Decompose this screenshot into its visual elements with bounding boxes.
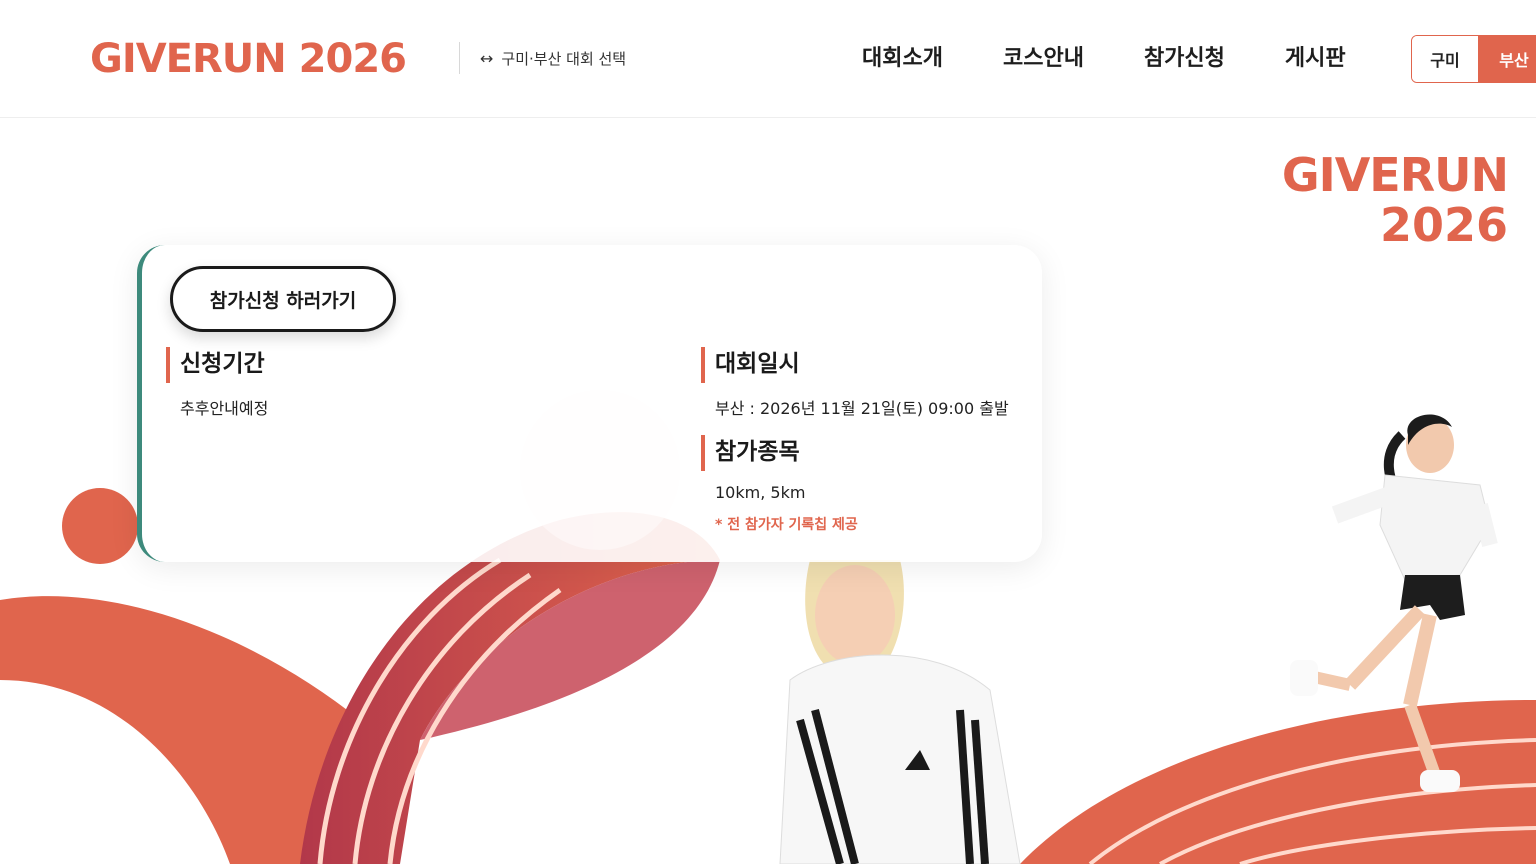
region-toggle: 구미 부산 (1411, 35, 1536, 83)
accent-circle (62, 488, 138, 564)
apply-button[interactable]: 참가신청 하러가기 (170, 266, 396, 332)
application-period-title: 신청기간 (166, 347, 268, 383)
event-info-card: 참가신청 하러가기 신청기간 추후안내예정 대회일시 부산 : 2026년 11… (137, 245, 1042, 562)
application-period-text: 추후안내예정 (180, 399, 269, 418)
hero-logo: GIVERUN 2026 (1281, 148, 1509, 252)
left-right-arrow-icon: ↔ (480, 49, 494, 68)
region-selector-link[interactable]: ↔ 구미·부산 대회 선택 (480, 48, 626, 69)
event-date-text: 부산 : 2026년 11월 21일(토) 09:00 출발 (715, 399, 1009, 418)
nav-item-course[interactable]: 코스안내 (1003, 40, 1084, 72)
region-gumi-button[interactable]: 구미 (1412, 36, 1478, 82)
site-header: GIVERUN 2026 ↔ 구미·부산 대회 선택 대회소개 코스안내 참가신… (0, 0, 1536, 118)
event-categories-text: 10km, 5km (715, 483, 806, 502)
application-period-block: 신청기간 추후안내예정 (166, 347, 268, 419)
hero-logo-line2: 2026 (1379, 198, 1508, 252)
hero-logo-line1: GIVERUN (1281, 148, 1509, 202)
region-busan-button[interactable]: 부산 (1478, 36, 1536, 82)
smiling-person-photo (779, 560, 1021, 864)
logo-divider (459, 42, 460, 74)
nav-item-about[interactable]: 대회소개 (862, 40, 943, 72)
event-categories-block: 참가종목 10km, 5km * 전 참가자 기록칩 제공 (701, 435, 858, 534)
runner-photo (1290, 414, 1498, 792)
nav-item-register[interactable]: 참가신청 (1144, 40, 1225, 72)
event-date-block: 대회일시 부산 : 2026년 11월 21일(토) 09:00 출발 (701, 347, 1009, 419)
main-nav: 대회소개 코스안내 참가신청 게시판 (862, 40, 1406, 72)
event-categories-title: 참가종목 (701, 435, 858, 471)
region-selector-label: 구미·부산 대회 선택 (501, 50, 627, 68)
event-categories-note: * 전 참가자 기록칩 제공 (715, 517, 858, 533)
site-logo[interactable]: GIVERUN 2026 (90, 36, 407, 82)
event-date-title: 대회일시 (701, 347, 1009, 383)
nav-item-board[interactable]: 게시판 (1285, 40, 1346, 72)
